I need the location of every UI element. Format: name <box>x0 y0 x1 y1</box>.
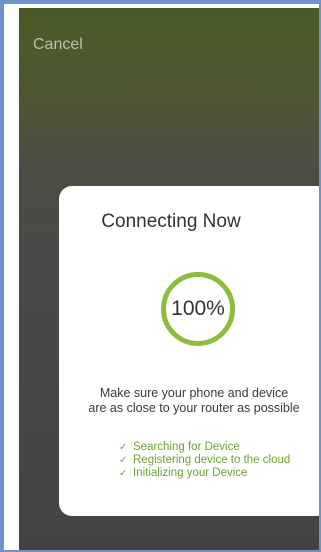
app-screen: Cancel Connecting Now 100% Make sure you… <box>19 8 319 550</box>
step-label: Registering device to the cloud <box>133 454 291 466</box>
proximity-message-line-1: Make sure your phone and device <box>99 386 289 400</box>
step-label: Searching for Device <box>133 441 240 453</box>
cancel-button[interactable]: Cancel <box>33 36 83 54</box>
screenshot-frame: Cancel Connecting Now 100% Make sure you… <box>0 0 321 552</box>
step-item: ✓ Initializing your Device <box>119 467 290 480</box>
check-icon: ✓ <box>119 455 128 466</box>
step-label: Initializing your Device <box>133 467 248 479</box>
connecting-dialog: Connecting Now 100% Make sure your phone… <box>59 186 319 516</box>
step-item: ✓ Searching for Device <box>119 441 290 454</box>
proximity-message: Make sure your phone and device are as c… <box>59 386 319 416</box>
progress-ring: 100% <box>161 272 235 346</box>
check-icon: ✓ <box>119 442 128 453</box>
step-item: ✓ Registering device to the cloud <box>119 454 290 467</box>
proximity-message-line-2: are as close to your router as possible <box>88 401 300 415</box>
progress-percent: 100% <box>171 297 225 320</box>
check-icon: ✓ <box>119 468 128 479</box>
dialog-title: Connecting Now <box>101 211 241 232</box>
connection-steps: ✓ Searching for Device ✓ Registering dev… <box>119 441 290 480</box>
